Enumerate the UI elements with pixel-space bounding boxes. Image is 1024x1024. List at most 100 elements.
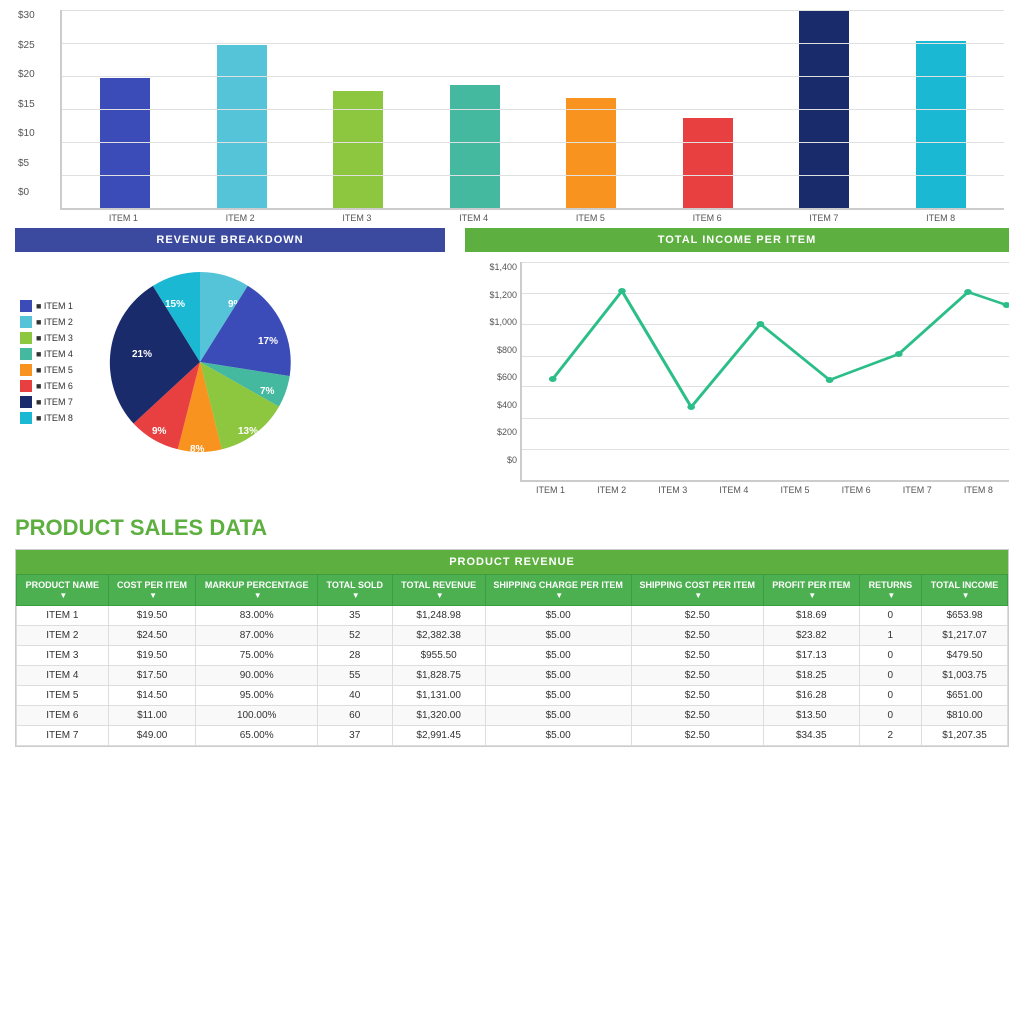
filter-icon-name[interactable]: ▼ bbox=[59, 591, 67, 600]
dot-1 bbox=[549, 376, 557, 382]
th-markup[interactable]: MARKUP PERCENTAGE ▼ bbox=[196, 575, 317, 606]
product-sales-section: PRODUCT SALES DATA PRODUCT REVENUE PRODU… bbox=[0, 505, 1024, 762]
cell-name-7: ITEM 7 bbox=[17, 726, 109, 746]
filter-icon-sold[interactable]: ▼ bbox=[352, 591, 360, 600]
legend-item-4: ■ ITEM 4 bbox=[20, 348, 90, 360]
th-shipping-cost[interactable]: SHIPPING COST PER ITEM ▼ bbox=[631, 575, 763, 606]
cell-markup-6: 100.00% bbox=[196, 706, 317, 726]
bar-group-8 bbox=[883, 41, 1000, 208]
th-total-revenue[interactable]: TOTAL REVENUE ▼ bbox=[392, 575, 485, 606]
cell-sold-4: 55 bbox=[317, 666, 392, 686]
cell-sold-3: 28 bbox=[317, 646, 392, 666]
filter-icon-total-income[interactable]: ▼ bbox=[962, 591, 970, 600]
legend-color-4 bbox=[20, 348, 32, 360]
dot-4 bbox=[757, 321, 765, 327]
cell-shipcost-6: $2.50 bbox=[631, 706, 763, 726]
legend-color-5 bbox=[20, 364, 32, 376]
pie-section: ■ ITEM 1 ■ ITEM 2 ■ ITEM 3 ■ ITEM 4 bbox=[15, 252, 445, 472]
legend-label-1: ■ ITEM 1 bbox=[36, 301, 73, 311]
bar-6 bbox=[683, 118, 733, 208]
th-total-sold[interactable]: TOTAL SOLD ▼ bbox=[317, 575, 392, 606]
legend-color-6 bbox=[20, 380, 32, 392]
filter-icon-profit[interactable]: ▼ bbox=[808, 591, 816, 600]
gridline bbox=[62, 109, 1004, 110]
th-product-name[interactable]: PRODUCT NAME ▼ bbox=[17, 575, 109, 606]
cell-profit-7: $34.35 bbox=[763, 726, 859, 746]
th-shipping-charge[interactable]: SHIPPING CHARGE PER ITEM ▼ bbox=[485, 575, 631, 606]
filter-icon-ship-charge[interactable]: ▼ bbox=[555, 591, 563, 600]
cell-returns-7: 2 bbox=[859, 726, 922, 746]
table-row: ITEM 7 $49.00 65.00% 37 $2,991.45 $5.00 … bbox=[17, 726, 1008, 746]
th-profit[interactable]: PROFIT PER ITEM ▼ bbox=[763, 575, 859, 606]
cell-shipcost-7: $2.50 bbox=[631, 726, 763, 746]
th-returns[interactable]: RETURNS ▼ bbox=[859, 575, 922, 606]
pie-label-7: 21% bbox=[132, 349, 152, 360]
table-row: ITEM 4 $17.50 90.00% 55 $1,828.75 $5.00 … bbox=[17, 666, 1008, 686]
table-row: ITEM 2 $24.50 87.00% 52 $2,382.38 $5.00 … bbox=[17, 626, 1008, 646]
cell-returns-5: 0 bbox=[859, 686, 922, 706]
th-total-income[interactable]: TOTAL INCOME ▼ bbox=[922, 575, 1008, 606]
cell-income-2: $1,217.07 bbox=[922, 626, 1008, 646]
cell-markup-7: 65.00% bbox=[196, 726, 317, 746]
cell-returns-2: 1 bbox=[859, 626, 922, 646]
cell-sold-6: 60 bbox=[317, 706, 392, 726]
cell-name-1: ITEM 1 bbox=[17, 606, 109, 626]
legend-color-2 bbox=[20, 316, 32, 328]
bar-group-6 bbox=[650, 118, 767, 208]
filter-icon-revenue[interactable]: ▼ bbox=[436, 591, 444, 600]
bar-xlabel-1: ITEM 1 bbox=[65, 213, 182, 223]
pie-legend: ■ ITEM 1 ■ ITEM 2 ■ ITEM 3 ■ ITEM 4 bbox=[20, 300, 90, 424]
line-y-labels: $1,400 $1,200 $1,000 $800 $600 $400 $200… bbox=[465, 262, 517, 465]
cell-income-1: $653.98 bbox=[922, 606, 1008, 626]
filter-icon-ship-cost[interactable]: ▼ bbox=[694, 591, 702, 600]
bar-group-4 bbox=[417, 85, 534, 208]
bar-xlabel-4: ITEM 4 bbox=[415, 213, 532, 223]
cell-markup-2: 87.00% bbox=[196, 626, 317, 646]
cell-name-4: ITEM 4 bbox=[17, 666, 109, 686]
pie-chart: 9% 17% 7% 13% 8% bbox=[100, 262, 300, 462]
cell-sold-5: 40 bbox=[317, 686, 392, 706]
legend-item-1: ■ ITEM 1 bbox=[20, 300, 90, 312]
cell-sold-7: 37 bbox=[317, 726, 392, 746]
legend-color-8 bbox=[20, 412, 32, 424]
pie-label-8: 15% bbox=[165, 299, 185, 310]
cell-name-5: ITEM 5 bbox=[17, 686, 109, 706]
legend-label-4: ■ ITEM 4 bbox=[36, 349, 73, 359]
bar-group-1 bbox=[67, 78, 184, 208]
revenue-breakdown-header: REVENUE BREAKDOWN bbox=[15, 228, 445, 252]
bar-xlabel-3: ITEM 3 bbox=[299, 213, 416, 223]
gridline bbox=[62, 76, 1004, 77]
dot-6 bbox=[895, 351, 903, 357]
cell-cost-4: $17.50 bbox=[108, 666, 196, 686]
cell-revenue-3: $955.50 bbox=[392, 646, 485, 666]
cell-income-5: $651.00 bbox=[922, 686, 1008, 706]
filter-icon-returns[interactable]: ▼ bbox=[887, 591, 895, 600]
cell-name-6: ITEM 6 bbox=[17, 706, 109, 726]
cell-shipcost-2: $2.50 bbox=[631, 626, 763, 646]
page: $30 $25 $20 $15 $10 $5 $0 bbox=[0, 0, 1024, 1024]
cell-revenue-5: $1,131.00 bbox=[392, 686, 485, 706]
cell-markup-5: 95.00% bbox=[196, 686, 317, 706]
middle-section: REVENUE BREAKDOWN ■ ITEM 1 ■ ITEM 2 ■ IT… bbox=[0, 228, 1024, 505]
cell-markup-4: 90.00% bbox=[196, 666, 317, 686]
th-cost-per-item[interactable]: COST PER ITEM ▼ bbox=[108, 575, 196, 606]
pie-label-4: 13% bbox=[238, 426, 258, 437]
cell-profit-2: $23.82 bbox=[763, 626, 859, 646]
line-chart-area bbox=[520, 262, 1009, 482]
cell-shipcharge-3: $5.00 bbox=[485, 646, 631, 666]
table-row: ITEM 1 $19.50 83.00% 35 $1,248.98 $5.00 … bbox=[17, 606, 1008, 626]
cell-cost-7: $49.00 bbox=[108, 726, 196, 746]
bar-5 bbox=[566, 98, 616, 208]
dot-3 bbox=[687, 404, 695, 410]
table-body: ITEM 1 $19.50 83.00% 35 $1,248.98 $5.00 … bbox=[17, 606, 1008, 746]
pie-slices: 9% 17% 7% 13% 8% bbox=[110, 272, 291, 455]
filter-icon-markup[interactable]: ▼ bbox=[254, 591, 262, 600]
table-row: ITEM 3 $19.50 75.00% 28 $955.50 $5.00 $2… bbox=[17, 646, 1008, 666]
cell-revenue-2: $2,382.38 bbox=[392, 626, 485, 646]
filter-icon-cost[interactable]: ▼ bbox=[149, 591, 157, 600]
cell-income-6: $810.00 bbox=[922, 706, 1008, 726]
cell-revenue-6: $1,320.00 bbox=[392, 706, 485, 726]
cell-profit-5: $16.28 bbox=[763, 686, 859, 706]
legend-item-8: ■ ITEM 8 bbox=[20, 412, 90, 424]
legend-label-8: ■ ITEM 8 bbox=[36, 413, 73, 423]
